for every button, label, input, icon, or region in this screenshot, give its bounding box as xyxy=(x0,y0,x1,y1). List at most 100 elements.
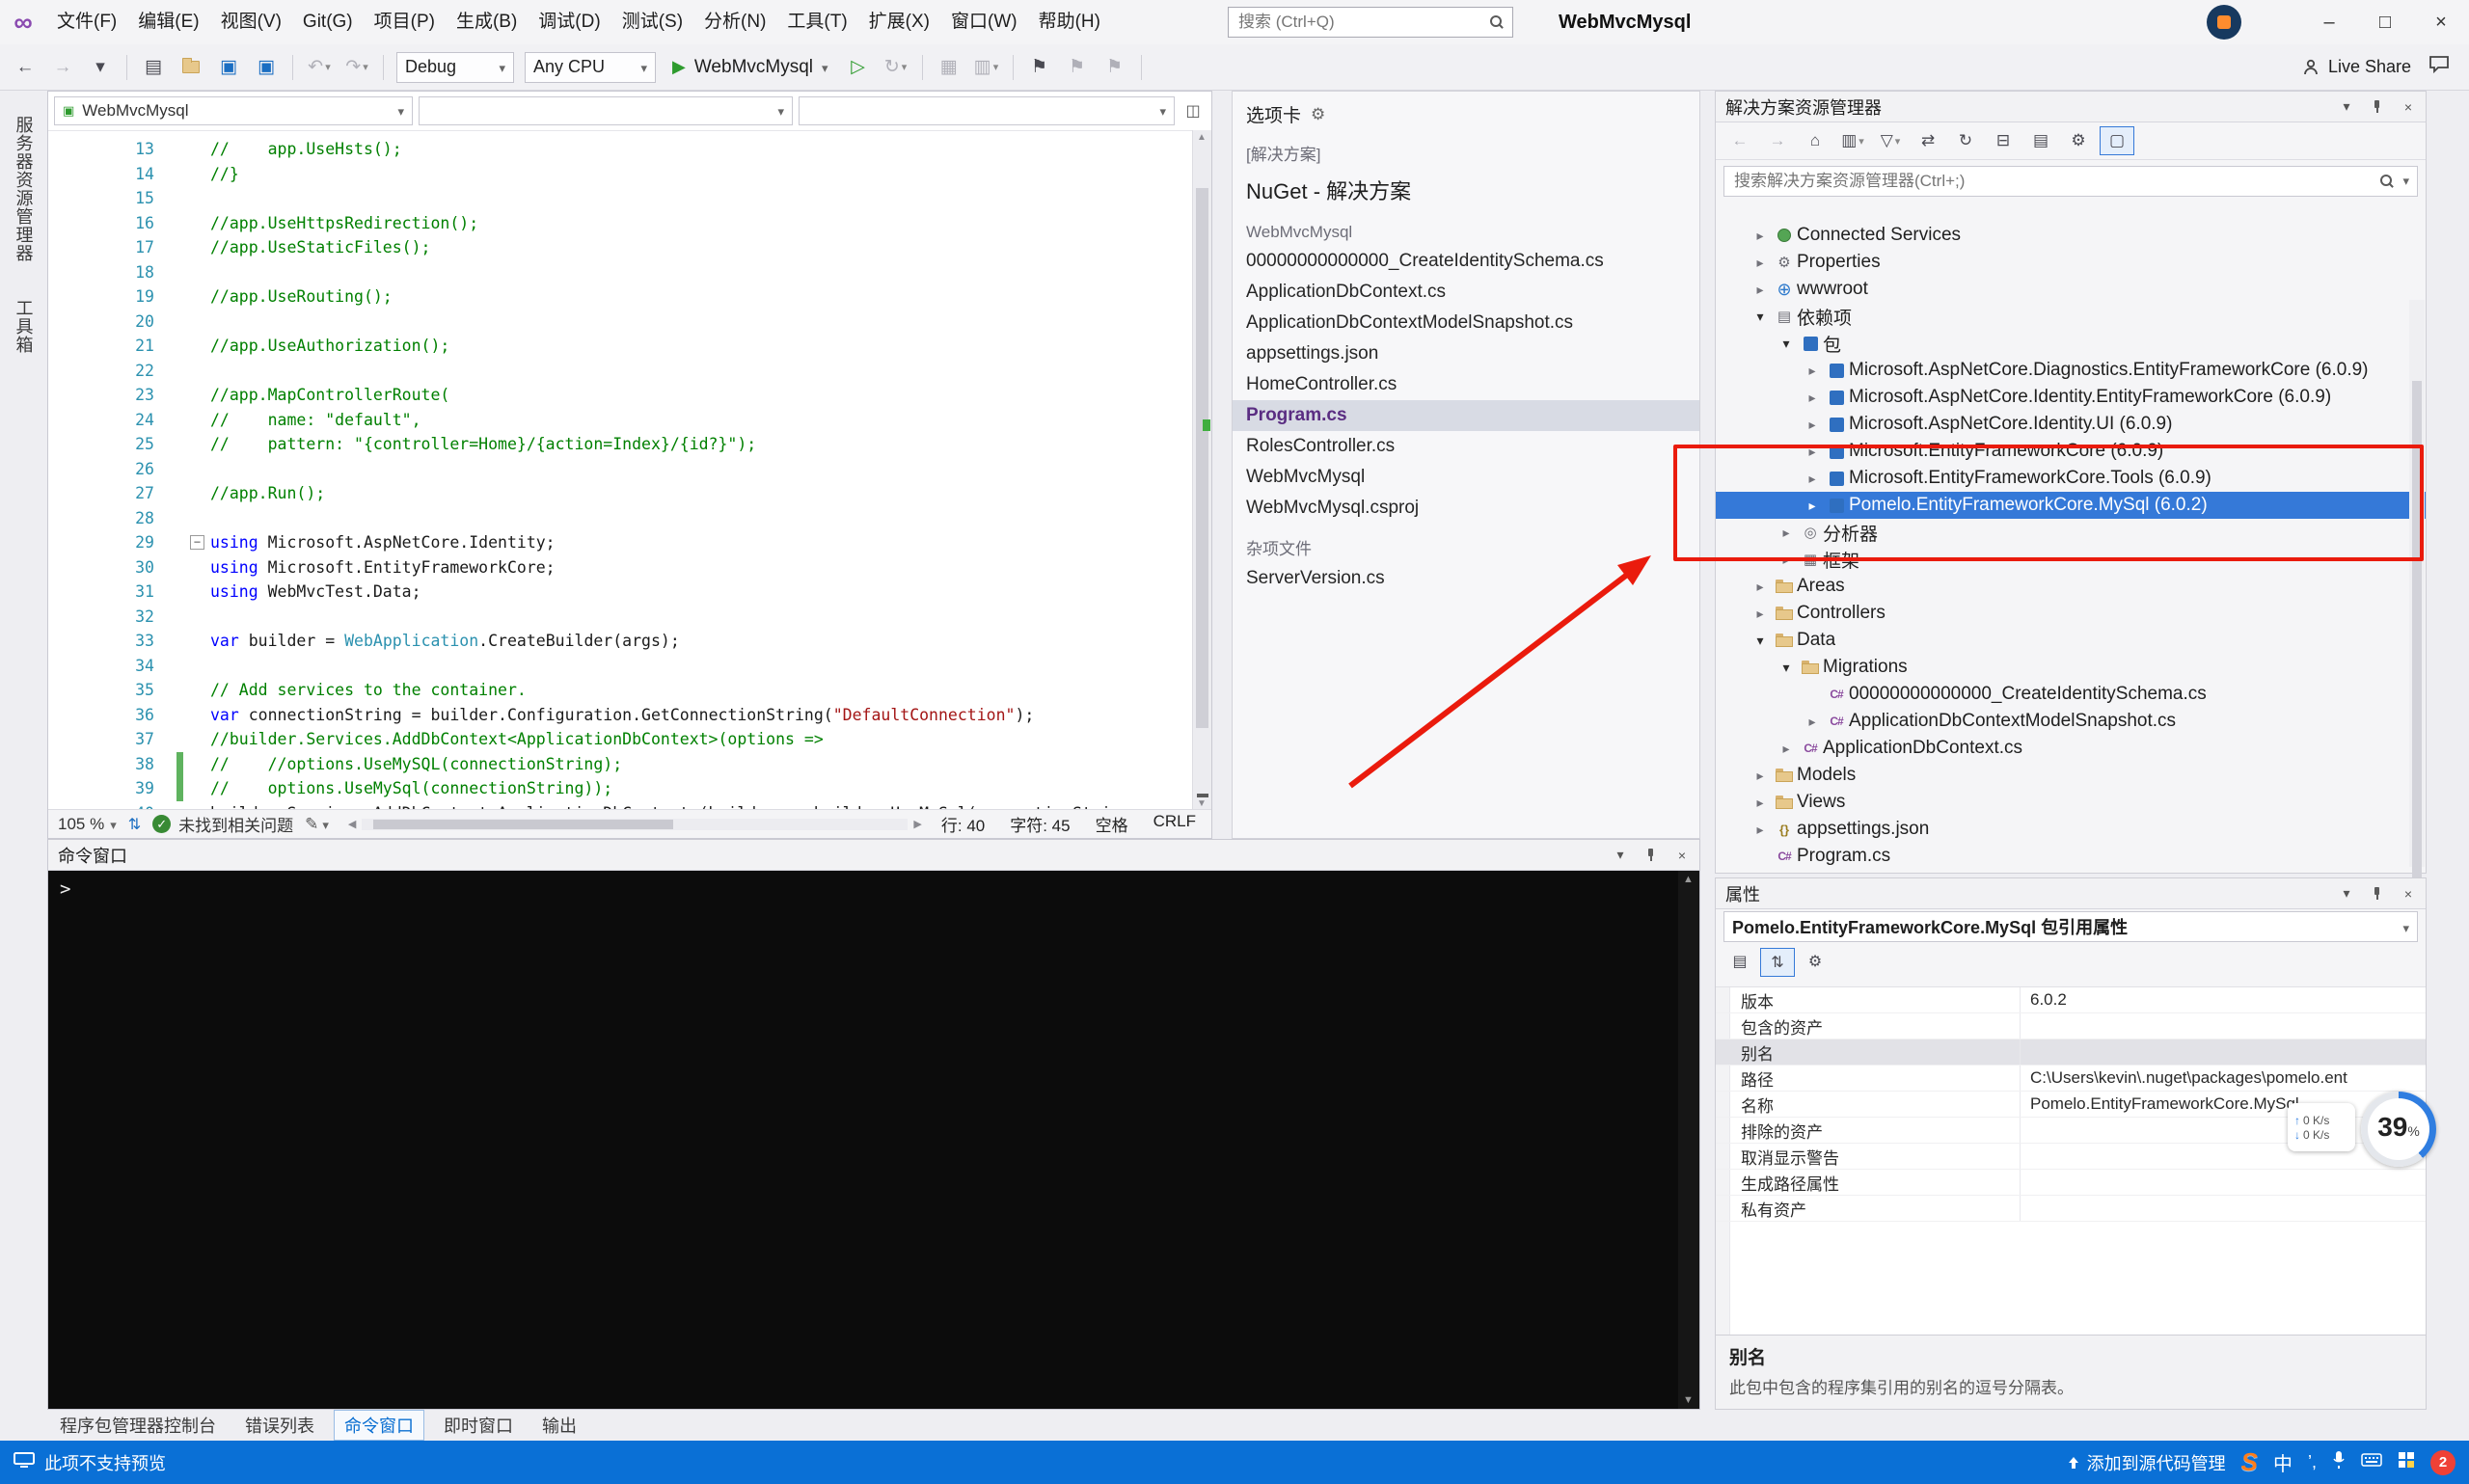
scroll-left-icon[interactable]: ◀ xyxy=(348,818,356,830)
editor-horizontal-scrollbar[interactable]: ◀ ▶ xyxy=(348,818,922,830)
breakpoint-margin[interactable] xyxy=(48,481,83,506)
tree-item[interactable]: ▾Data xyxy=(1716,627,2426,654)
tree-expand-arrow-icon[interactable]: ▸ xyxy=(1749,228,1772,244)
sogou-toolbox-icon[interactable] xyxy=(2398,1451,2415,1473)
scrollbar-thumb[interactable] xyxy=(1196,188,1208,728)
gear-icon[interactable]: ⚙ xyxy=(1311,105,1325,124)
menu-item-11[interactable]: 窗口(W) xyxy=(940,0,1028,44)
breakpoint-margin[interactable] xyxy=(48,555,83,580)
menu-item-3[interactable]: Git(G) xyxy=(292,0,364,44)
breakpoint-margin[interactable] xyxy=(48,629,83,654)
tree-item[interactable]: ▸Areas xyxy=(1716,573,2426,600)
document-tab[interactable]: ApplicationDbContext.cs xyxy=(1233,277,1699,308)
tree-item[interactable]: ▸Microsoft.AspNetCore.Identity.UI (6.0.9… xyxy=(1716,411,2426,438)
pending-changes-filter-icon[interactable]: ▽▾ xyxy=(1874,127,1907,154)
scrollbar-track[interactable] xyxy=(362,819,908,830)
next-bookmark-icon[interactable]: ⚑ xyxy=(1098,51,1132,84)
tree-item[interactable]: ▸⊕wwwroot xyxy=(1716,276,2426,303)
menu-item-5[interactable]: 生成(B) xyxy=(446,0,528,44)
tree-expand-arrow-icon[interactable]: ▸ xyxy=(1801,363,1824,379)
breakpoint-margin[interactable] xyxy=(48,162,83,187)
breakpoint-margin[interactable] xyxy=(48,703,83,728)
start-without-debugging-icon[interactable]: ▷ xyxy=(841,51,876,84)
se-search-input[interactable] xyxy=(1732,171,2372,192)
tree-expand-arrow-icon[interactable]: ▸ xyxy=(1749,606,1772,622)
sogou-input-icon[interactable]: S xyxy=(2241,1447,2258,1477)
document-tab[interactable]: WebMvcMysql xyxy=(1233,462,1699,493)
categorized-icon[interactable]: ▤ xyxy=(1723,948,1756,975)
search-input[interactable] xyxy=(1236,12,1489,33)
voice-input-icon[interactable] xyxy=(2332,1450,2346,1474)
previous-bookmark-icon[interactable]: ⚑ xyxy=(1060,51,1095,84)
code-health-indicator[interactable]: ✓ 未找到相关问题 xyxy=(152,812,293,836)
breakpoint-margin[interactable] xyxy=(48,137,83,162)
tree-item[interactable]: ▸{}appsettings.json xyxy=(1716,816,2426,843)
document-tab[interactable]: ApplicationDbContextModelSnapshot.cs xyxy=(1233,308,1699,338)
document-tab[interactable]: HomeController.cs xyxy=(1233,369,1699,400)
tree-item[interactable]: ▸C#ApplicationDbContext.cs xyxy=(1716,735,2426,762)
document-tab[interactable]: appsettings.json xyxy=(1233,338,1699,369)
menu-item-10[interactable]: 扩展(X) xyxy=(858,0,940,44)
tree-item[interactable]: C#00000000000000_CreateIdentitySchema.cs xyxy=(1716,681,2426,708)
maximize-button[interactable]: □ xyxy=(2357,0,2413,44)
close-button[interactable]: × xyxy=(2413,0,2469,44)
toggle-bookmark-icon[interactable]: ⚑ xyxy=(1022,51,1057,84)
debug-target-dropdown[interactable]: Debug xyxy=(396,52,514,83)
menu-item-2[interactable]: 视图(V) xyxy=(210,0,292,44)
tree-expand-arrow-icon[interactable]: ▸ xyxy=(1749,579,1772,595)
command-window-scrollbar[interactable] xyxy=(1678,871,1699,1409)
tree-expand-arrow-icon[interactable]: ▸ xyxy=(1749,795,1772,811)
search-box[interactable] xyxy=(1228,7,1513,38)
soft-keyboard-icon[interactable] xyxy=(2361,1452,2382,1472)
forward-icon[interactable]: → xyxy=(1761,127,1794,154)
break-all-icon[interactable]: ▦ xyxy=(932,51,966,84)
window-position-icon[interactable]: ▾ xyxy=(1613,848,1628,863)
se-scrollbar[interactable] xyxy=(2409,300,2425,867)
user-avatar[interactable] xyxy=(2207,5,2241,40)
breakpoint-margin[interactable] xyxy=(48,506,83,531)
line-ending-indicator[interactable]: CRLF xyxy=(1153,812,1196,836)
breakpoint-margin[interactable] xyxy=(48,211,83,236)
breakpoint-margin[interactable] xyxy=(48,776,83,801)
breakpoint-margin[interactable] xyxy=(48,284,83,310)
open-folder-icon[interactable] xyxy=(174,51,208,84)
menu-item-9[interactable]: 工具(T) xyxy=(776,0,857,44)
breakpoint-margin[interactable] xyxy=(48,530,83,555)
new-project-icon[interactable]: ▤ xyxy=(136,51,171,84)
undo-icon[interactable]: ↶▾ xyxy=(302,51,337,84)
command-window-console[interactable]: > xyxy=(48,871,1699,1409)
property-row[interactable]: 生成路径属性 xyxy=(1716,1170,2426,1196)
document-tab[interactable]: RolesController.cs xyxy=(1233,431,1699,462)
property-row[interactable]: 版本6.0.2 xyxy=(1716,987,2426,1013)
tree-expand-arrow-icon[interactable]: ▸ xyxy=(1801,390,1824,406)
add-to-source-control-button[interactable]: 添加到源代码管理 xyxy=(2066,1450,2226,1475)
property-row[interactable]: 私有资产 xyxy=(1716,1196,2426,1222)
navigate-forward-icon[interactable]: → xyxy=(45,51,80,84)
navigation-history-icon[interactable]: ▾ xyxy=(83,51,118,84)
breakpoint-margin[interactable] xyxy=(48,359,83,384)
document-tab[interactable]: 00000000000000_CreateIdentitySchema.cs xyxy=(1233,246,1699,277)
sync-document-icon[interactable]: ⇅ xyxy=(128,815,141,834)
menu-item-12[interactable]: 帮助(H) xyxy=(1028,0,1111,44)
collapse-all-icon[interactable]: ⊟ xyxy=(1987,127,2020,154)
tree-expand-arrow-icon[interactable]: ▸ xyxy=(1801,417,1824,433)
document-tab[interactable]: ServerVersion.cs xyxy=(1233,563,1699,594)
window-position-icon[interactable]: ▾ xyxy=(2339,886,2354,902)
bottom-tab-0[interactable]: 程序包管理器控制台 xyxy=(50,1411,226,1440)
breakpoint-margin[interactable] xyxy=(48,186,83,211)
menu-item-7[interactable]: 测试(S) xyxy=(611,0,693,44)
scroll-right-icon[interactable]: ▶ xyxy=(913,818,921,830)
tree-expand-arrow-icon[interactable]: ▸ xyxy=(1775,741,1798,757)
whitespace-indicator[interactable]: 空格 xyxy=(1096,812,1128,836)
home-icon[interactable]: ⌂ xyxy=(1799,127,1831,154)
redo-icon[interactable]: ↷▾ xyxy=(339,51,374,84)
breakpoint-margin[interactable] xyxy=(48,580,83,605)
breakpoint-margin[interactable] xyxy=(48,678,83,703)
bottom-tab-1[interactable]: 错误列表 xyxy=(235,1411,324,1440)
tree-item[interactable]: ▾包 xyxy=(1716,330,2426,357)
properties-icon[interactable]: ⚙ xyxy=(2062,127,2095,154)
platform-dropdown[interactable]: Any CPU xyxy=(525,52,656,83)
sync-with-active-document-icon[interactable]: ⇄ xyxy=(1912,127,1944,154)
member-dropdown[interactable] xyxy=(799,96,1175,125)
breakpoint-margin[interactable] xyxy=(48,260,83,285)
